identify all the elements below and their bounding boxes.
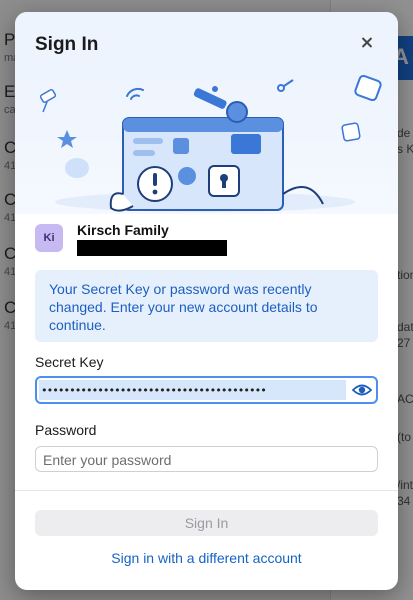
different-account-link[interactable]: Sign in with a different account (15, 550, 398, 566)
info-notice: Your Secret Key or password was recently… (35, 270, 378, 342)
secret-key-field (35, 376, 378, 404)
illustration-graphic (39, 74, 382, 212)
large-key-icon (193, 88, 248, 123)
blob-shape (65, 158, 89, 178)
account-summary: Ki Kirsch Family (35, 222, 378, 268)
sign-in-dialog: Sign In Ki Kirsch Family Your Secret Key… (15, 12, 398, 590)
lock-badge-icon (341, 122, 361, 142)
sign-in-illustration (15, 74, 398, 214)
eye-icon[interactable] (351, 381, 373, 399)
password-field (35, 446, 378, 472)
pin-icon (39, 89, 57, 113)
close-icon[interactable] (356, 32, 378, 54)
dialog-title: Sign In (35, 34, 99, 55)
dialog-header: Sign In (15, 12, 398, 74)
dot-shape (212, 86, 218, 92)
password-label: Password (35, 422, 97, 438)
account-avatar: Ki (35, 224, 63, 252)
account-name: Kirsch Family (77, 222, 169, 238)
wallet-icon (354, 74, 382, 102)
wifi-icon (126, 87, 144, 100)
secret-key-input[interactable] (39, 380, 346, 400)
divider (15, 490, 398, 491)
secret-key-label: Secret Key (35, 354, 104, 370)
star-icon (57, 130, 77, 148)
sign-in-button[interactable]: Sign In (35, 510, 378, 536)
key-icon (277, 79, 294, 92)
password-input[interactable] (43, 451, 368, 469)
redacted-email (77, 240, 227, 256)
